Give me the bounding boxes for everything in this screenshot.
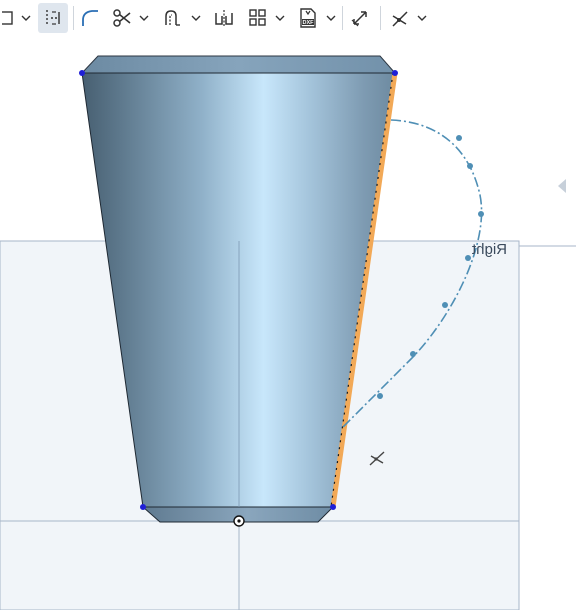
rectangle-menu-chevron-icon[interactable] [20,10,32,26]
dimension-icon [351,11,367,27]
trim-tool-button[interactable] [108,3,136,33]
constraint-tool-button[interactable] [386,3,414,33]
rectangle-tool-button[interactable] [0,3,20,33]
toolbar-divider [73,6,74,30]
scissors-icon [113,9,131,27]
constraint-icon [392,11,408,27]
grid-pattern-icon [249,9,266,26]
panel-collapse-arrow-icon[interactable] [556,178,568,199]
pattern-tool-button[interactable] [244,3,272,33]
offset-tool-button[interactable] [158,3,186,33]
cup-top-face[interactable] [80,55,397,74]
trim-menu-chevron-icon[interactable] [138,10,150,26]
toolbar-divider [342,6,343,30]
constraint-menu-chevron-icon[interactable] [416,10,428,26]
rectangle-icon [2,11,13,25]
mirror-icon [215,10,233,26]
fillet-tool-button[interactable] [77,3,103,33]
dxf-import-tool-button[interactable]: DXF [294,3,322,33]
mirror-tool-button[interactable] [210,3,238,33]
construction-icon [46,10,60,26]
fillet-arc-icon [82,10,98,26]
toolbar-divider [380,6,381,30]
dimension-tool-button[interactable] [346,3,374,33]
origin-point[interactable] [233,515,245,527]
graphics-viewport[interactable] [0,36,576,610]
sketch-toolbar: DXF [0,0,576,36]
plane-label-right: Right [472,241,508,258]
construction-tool-button[interactable] [38,3,68,33]
pattern-menu-chevron-icon[interactable] [274,10,286,26]
dxf-icon: DXF [300,8,316,28]
dxf-menu-chevron-icon[interactable] [325,10,337,26]
offset-icon [165,10,180,26]
offset-menu-chevron-icon[interactable] [190,10,202,26]
dxf-label: DXF [303,20,315,26]
